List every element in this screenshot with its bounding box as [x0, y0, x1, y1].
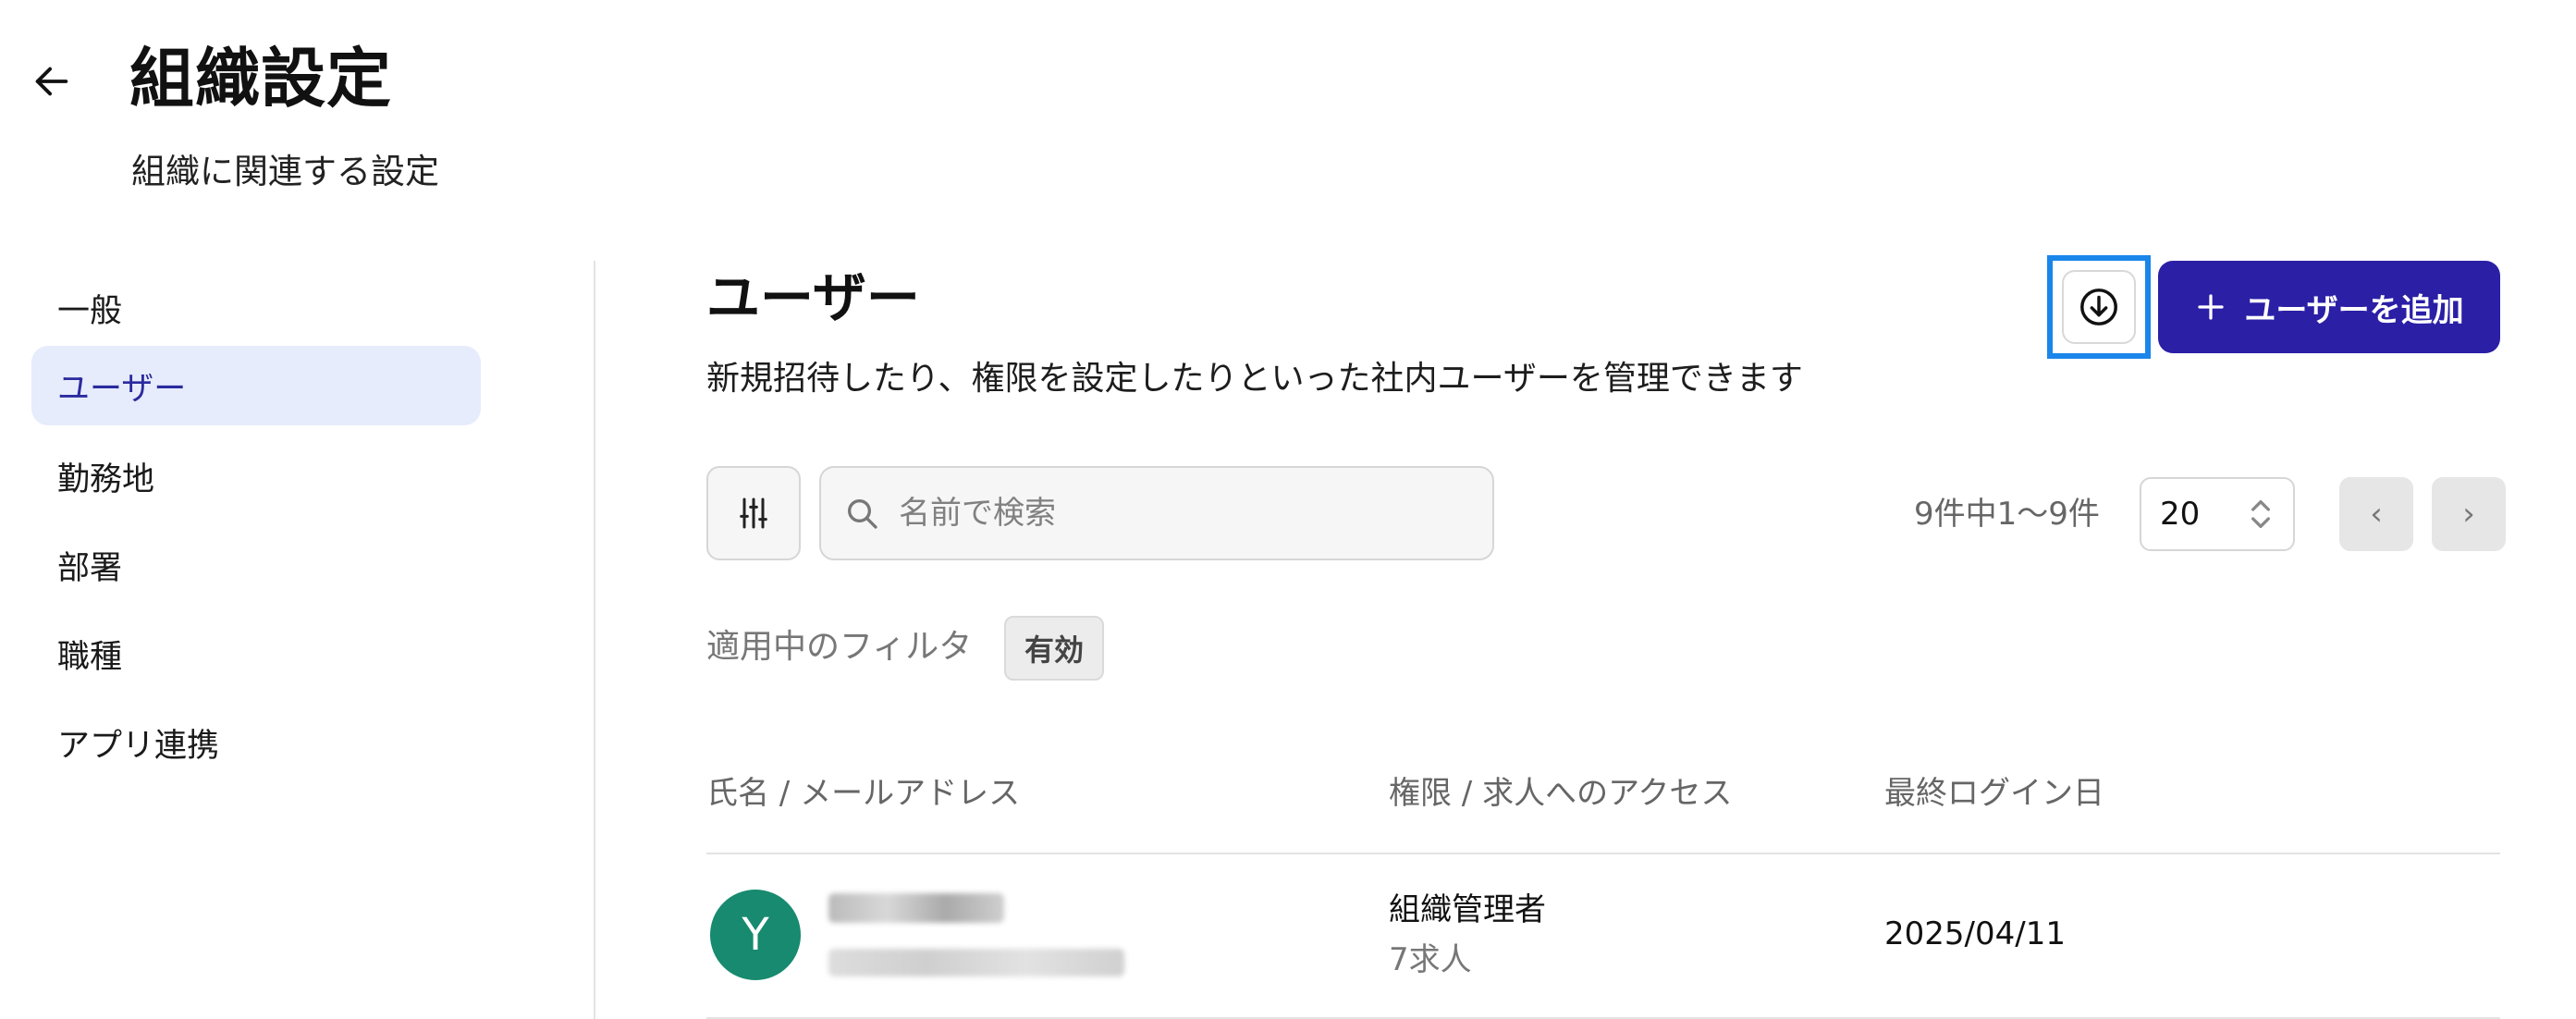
arrow-left-icon	[35, 67, 68, 96]
page-size-value: 20	[2160, 496, 2201, 533]
sidebar-item-users[interactable]: ユーザー	[31, 346, 481, 425]
column-header-name-email[interactable]: 氏名 / メールアドレス	[706, 767, 1020, 819]
add-user-label: ユーザーを追加	[2244, 291, 2464, 329]
filter-button[interactable]	[706, 466, 801, 560]
sidebar-item-label: 職種	[57, 638, 123, 676]
plus-icon	[2198, 294, 2224, 320]
column-header-last-login[interactable]: 最終ログイン日	[1884, 767, 2104, 819]
sidebar-item-locations[interactable]: 勤務地	[31, 436, 481, 516]
search-icon	[848, 499, 877, 529]
sidebar-item-app-integrations[interactable]: アプリ連携	[31, 703, 481, 782]
user-name-redacted[interactable]	[828, 893, 1004, 923]
filter-chip-active[interactable]: 有効	[1004, 616, 1105, 681]
sidebar-item-label: 部署	[57, 549, 123, 587]
user-email-redacted	[828, 949, 1124, 976]
section-description: 新規招待したり、権限を設定したりといった社内ユーザーを管理できます	[706, 360, 1803, 398]
sidebar-item-label: 勤務地	[57, 460, 155, 498]
prev-page-button[interactable]: ‹	[2339, 477, 2413, 551]
user-role: 組織管理者	[1389, 891, 1546, 928]
column-header-role-access[interactable]: 権限 / 求人へのアクセス	[1389, 767, 1732, 819]
next-page-button[interactable]: ›	[2432, 477, 2506, 551]
search-input[interactable]	[897, 494, 1455, 533]
page-size-select[interactable]: 20	[2140, 477, 2295, 551]
table-header-divider	[706, 853, 2500, 854]
sidebar-item-job-types[interactable]: 職種	[31, 614, 481, 694]
page-title: 組織設定	[129, 41, 392, 117]
chevron-left-icon: ‹	[2370, 496, 2383, 533]
page-subtitle: 組織に関連する設定	[131, 152, 439, 191]
download-button[interactable]	[2062, 270, 2136, 344]
chevron-up-down-icon	[2251, 500, 2270, 528]
sidebar-item-label: 一般	[57, 292, 123, 330]
avatar-letter: Y	[742, 909, 769, 961]
avatar: Y	[710, 890, 801, 980]
download-circle-icon	[2080, 289, 2117, 325]
sidebar-item-label: アプリ連携	[57, 727, 220, 765]
sliders-icon	[740, 497, 767, 529]
search-box[interactable]	[819, 466, 1494, 560]
applied-filters-label: 適用中のフィルタ	[706, 628, 973, 666]
back-button[interactable]	[28, 57, 76, 105]
user-job-access: 7求人	[1389, 941, 1472, 978]
sidebar-item-label: ユーザー	[57, 370, 187, 408]
sidebar-divider	[594, 261, 595, 1019]
section-title: ユーザー	[706, 266, 920, 329]
add-user-button[interactable]: ユーザーを追加	[2158, 261, 2500, 353]
sidebar-item-general[interactable]: 一般	[31, 268, 481, 348]
filter-chip-label: 有効	[1024, 632, 1085, 668]
user-last-login: 2025/04/11	[1884, 915, 2066, 952]
chevron-right-icon: ›	[2462, 496, 2475, 533]
sidebar-item-departments[interactable]: 部署	[31, 525, 481, 605]
pagination-info: 9件中1〜9件	[1914, 496, 2100, 533]
